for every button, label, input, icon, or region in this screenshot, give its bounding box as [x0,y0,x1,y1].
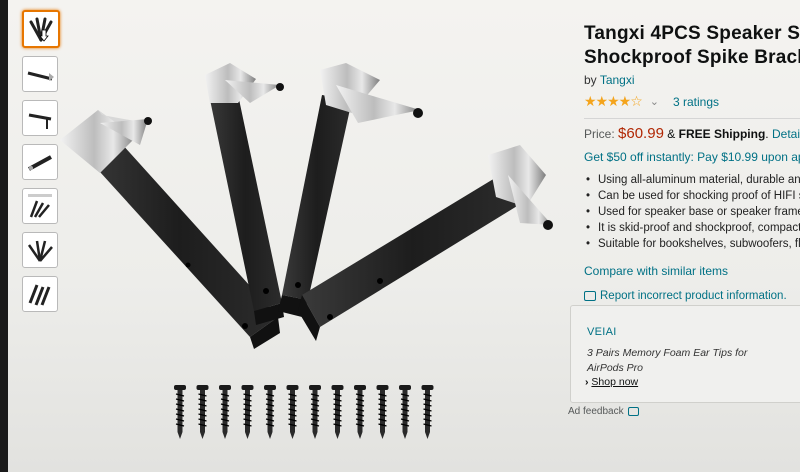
feature-bullet: Used for speaker base or speaker frame b… [584,204,800,220]
shop-now-link[interactable]: › Shop now [585,376,638,388]
ad-feedback-label: Ad feedback [568,406,624,417]
screw [241,385,254,439]
screw [309,385,321,439]
by-prefix: by [584,73,597,87]
ad-brand[interactable]: VEIAI [587,326,617,338]
comment-icon [627,407,639,416]
feature-bullets: Using all-aluminum material, durable and… [584,172,800,252]
price-value: $60.99 [618,125,664,142]
screw [286,385,299,439]
report-link[interactable]: Report incorrect product information. [584,290,800,302]
screw [331,385,344,439]
feature-bullet: It is skid-proof and shockproof, compact… [584,220,800,236]
feature-bullet: Can be used for shocking proof of HIFI s… [584,188,800,204]
ratings-count-link[interactable]: 3 ratings [673,95,719,109]
free-shipping-label: FREE Shipping [678,127,766,141]
ad-text[interactable]: 3 Pairs Memory Foam Ear Tips for AirPods… [587,346,787,376]
brand-link[interactable]: Tangxi [600,73,635,87]
details-link[interactable]: Details & [772,127,800,141]
shipping-prefix: & [667,127,676,141]
ad-feedback-link[interactable]: Ad feedback [568,406,639,417]
sponsored-ad[interactable]: VEIAI 3 Pairs Memory Foam Ear Tips for A… [570,305,800,403]
rating-row: ★★★★☆ ⌄ 3 ratings [584,93,800,110]
spike-bracket-4 [298,145,553,341]
product-title-line-1: Tangxi 4PCS Speaker Sho [584,23,800,44]
feature-bullet: Using all-aluminum material, durable and [584,172,800,188]
screw [219,385,231,439]
star-rating-icon[interactable]: ★★★★☆ [584,93,643,110]
price-label: Price: [584,127,615,141]
four-spikes-fan-icon [29,17,53,42]
shop-now-chevron: › [585,376,589,388]
divider [584,118,800,119]
feature-bullet: Suitable for bookshelves, subwoofers, fl… [584,236,800,252]
screw [376,385,389,439]
report-link-label: Report incorrect product information. [600,290,787,302]
price-row: Price: $60.99 & FREE Shipping. Details & [584,125,800,142]
monitor-bezel [0,0,8,472]
screw [399,385,411,439]
byline: by Tangxi [584,73,800,87]
screw [174,385,186,439]
thumbnail-1[interactable] [22,10,60,48]
comment-icon [584,291,596,301]
screw [354,385,366,439]
screws-set [174,385,434,439]
main-product-image[interactable] [40,55,560,455]
screw [196,385,209,439]
screw [264,385,276,439]
screw [421,385,434,439]
ad-text-line-1: 3 Pairs Memory Foam Ear Tips for [587,347,748,359]
compare-link[interactable]: Compare with similar items [584,264,800,278]
product-title-line-2: Shockproof Spike Bracket [584,47,800,68]
product-title[interactable]: Tangxi 4PCS Speaker Sho Shockproof Spike… [584,22,800,70]
product-info: Tangxi 4PCS Speaker Sho Shockproof Spike… [584,0,800,302]
chevron-down-icon[interactable]: ⌄ [650,95,659,108]
promo-link[interactable]: Get $50 off instantly: Pay $10.99 upon a… [584,150,800,164]
shop-now-label: Shop now [591,376,639,388]
ad-text-line-2: AirPods Pro [587,362,644,374]
